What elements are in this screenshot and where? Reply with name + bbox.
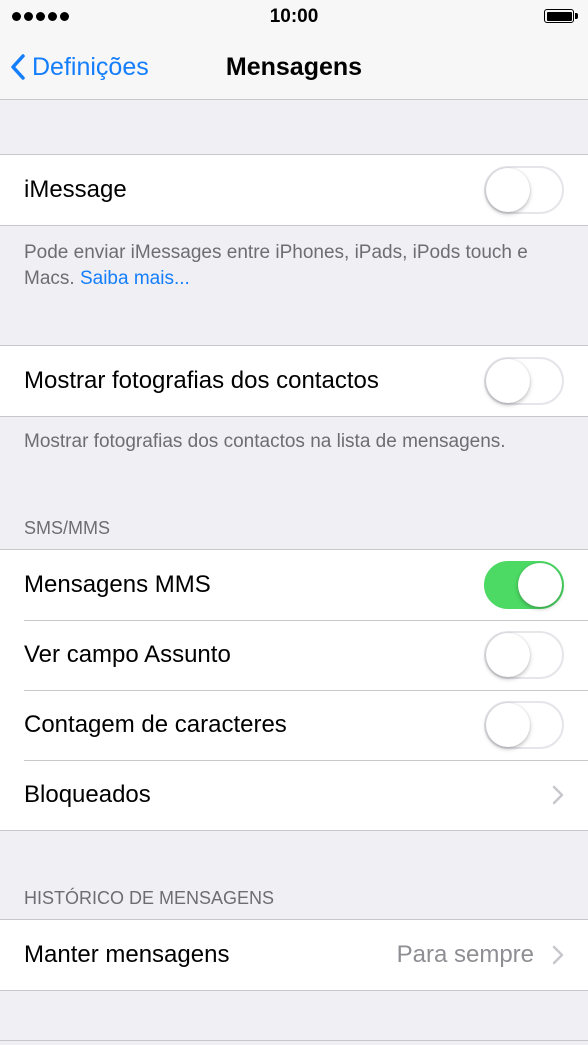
toggle-knob [486,703,530,747]
keep-messages-label: Manter mensagens [24,941,230,968]
blocked-label: Bloqueados [24,781,151,808]
keep-messages-row[interactable]: Manter mensagens Para sempre [0,920,588,990]
battery-full-icon [544,9,578,23]
learn-more-link[interactable]: Saiba mais... [80,268,190,289]
contact-photos-footer: Mostrar fotografias dos contactos na lis… [24,431,506,452]
char-count-toggle[interactable] [484,701,564,749]
blocked-row[interactable]: Bloqueados [0,760,588,830]
navigation-bar: Definições Mensagens [0,34,588,100]
subject-label: Ver campo Assunto [24,641,231,668]
toggle-knob [486,359,530,403]
chevron-right-icon [552,945,564,965]
page-title: Mensagens [225,53,363,81]
mms-toggle[interactable] [484,561,564,609]
sms-mms-group: Mensagens MMS Ver campo Assunto Contagem… [0,549,588,831]
imessage-toggle[interactable] [484,166,564,214]
subject-toggle[interactable] [484,631,564,679]
history-header: HISTÓRICO DE MENSAGENS [24,888,275,908]
status-bar: 10:00 [0,0,588,34]
contact-photos-toggle[interactable] [484,357,564,405]
keep-messages-detail: Para sempre [397,941,564,969]
char-count-label: Contagem de caracteres [24,711,287,738]
contact-photos-row: Mostrar fotografias dos contactos [0,346,588,416]
bottom-divider [0,1040,588,1041]
contact-photos-label: Mostrar fotografias dos contactos [24,367,379,394]
toggle-knob [486,633,530,677]
status-time: 10:00 [269,6,319,27]
mms-label: Mensagens MMS [24,571,211,598]
toggle-knob [486,168,530,212]
imessage-label: iMessage [24,176,127,203]
subject-row: Ver campo Assunto [0,620,588,690]
sms-mms-header: SMS/MMS [24,518,111,538]
imessage-group: iMessage [0,154,588,226]
history-group: Manter mensagens Para sempre [0,919,588,991]
imessage-row: iMessage [0,155,588,225]
contact-photos-group: Mostrar fotografias dos contactos [0,345,588,417]
keep-messages-value: Para sempre [396,941,534,968]
char-count-row: Contagem de caracteres [0,690,588,760]
toggle-knob [518,563,562,607]
chevron-right-icon [552,785,564,805]
imessage-footer: Pode enviar iMessages entre iPhones, iPa… [0,226,588,345]
mms-row: Mensagens MMS [0,550,588,620]
